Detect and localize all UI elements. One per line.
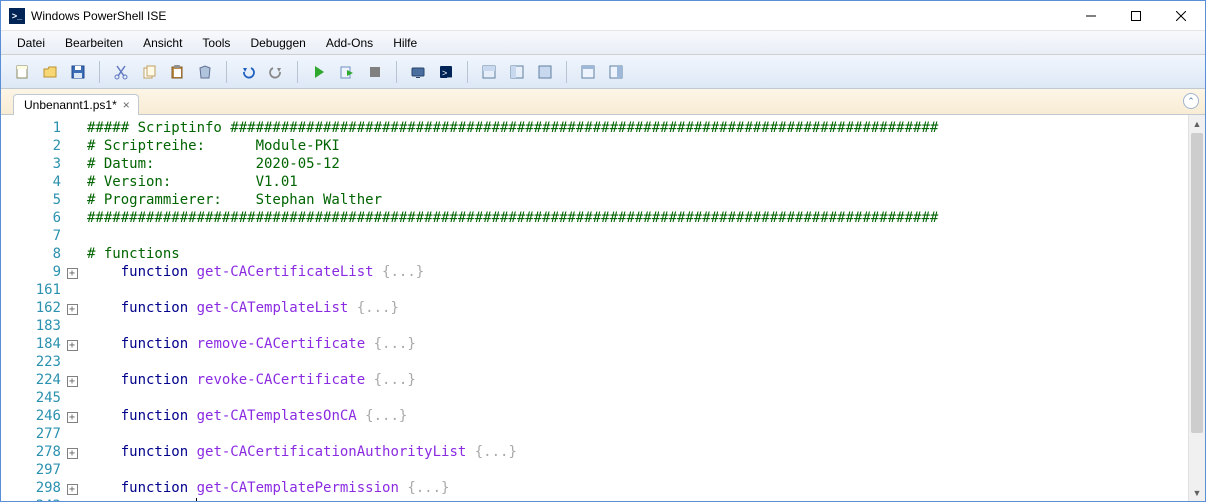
window-controls	[1068, 1, 1203, 30]
fold-expand-icon[interactable]: +	[67, 448, 78, 459]
scroll-down-button[interactable]: ▼	[1189, 484, 1205, 501]
powershell-button[interactable]: >_	[433, 59, 459, 85]
fold-expand-icon[interactable]: +	[67, 484, 78, 495]
code-line	[87, 353, 1188, 371]
menu-item[interactable]: Bearbeiten	[57, 33, 131, 53]
code-line: function get-CATemplateList {...}	[87, 299, 1188, 317]
app-icon: >_	[9, 8, 25, 24]
app-window: >_ Windows PowerShell ISE DateiBearbeite…	[0, 0, 1206, 502]
layout-side-button[interactable]	[504, 59, 530, 85]
copy-button[interactable]	[136, 59, 162, 85]
stop-button[interactable]	[362, 59, 388, 85]
menu-item[interactable]: Tools	[194, 33, 238, 53]
code-line: function get-CATemplatePermission {...}	[87, 479, 1188, 497]
fold-expand-icon[interactable]: +	[67, 340, 78, 351]
close-button[interactable]	[1158, 1, 1203, 30]
code-line	[87, 425, 1188, 443]
layout-full-button[interactable]	[532, 59, 558, 85]
menu-item[interactable]: Hilfe	[385, 33, 425, 53]
layout-script-top-button[interactable]	[476, 59, 502, 85]
text-cursor	[196, 498, 197, 501]
command-addon-button[interactable]	[575, 59, 601, 85]
command-addon-2-button[interactable]	[603, 59, 629, 85]
cut-button[interactable]	[108, 59, 134, 85]
vertical-scrollbar[interactable]: ▲ ▼	[1188, 115, 1205, 501]
code-line: ##### Scriptinfo #######################…	[87, 119, 1188, 137]
minimize-button[interactable]	[1068, 1, 1113, 30]
code-line: # Programmierer: Stephan Walther	[87, 191, 1188, 209]
code-line: function get-CATemplatesOnCA {...}	[87, 407, 1188, 425]
toolbar: >_	[1, 55, 1205, 89]
save-button[interactable]	[65, 59, 91, 85]
run-selection-button[interactable]	[334, 59, 360, 85]
code-line: # Scriptreihe: Module-PKI	[87, 137, 1188, 155]
tab-label: Unbenannt1.ps1*	[24, 98, 117, 112]
file-tab[interactable]: Unbenannt1.ps1* ×	[13, 94, 139, 115]
maximize-button[interactable]	[1113, 1, 1158, 30]
scrollbar-thumb[interactable]	[1191, 133, 1203, 433]
menu-item[interactable]: Debuggen	[242, 33, 313, 53]
line-number-gutter: 1234567891611621831842232242452462772782…	[1, 115, 63, 501]
fold-expand-icon[interactable]: +	[67, 268, 78, 279]
code-line: ########################################…	[87, 209, 1188, 227]
code-line: function get-CACertificationAuthorityLis…	[87, 443, 1188, 461]
code-area[interactable]: ##### Scriptinfo #######################…	[81, 115, 1188, 501]
code-line: # Datum: 2020-05-12	[87, 155, 1188, 173]
menu-bar: DateiBearbeitenAnsichtToolsDebuggenAdd-O…	[1, 31, 1205, 55]
code-line	[87, 281, 1188, 299]
tab-close-icon[interactable]: ×	[123, 98, 130, 112]
title-bar: >_ Windows PowerShell ISE	[1, 1, 1205, 31]
redo-button[interactable]	[263, 59, 289, 85]
code-line: function revoke-CACertificate {...}	[87, 371, 1188, 389]
run-script-button[interactable]	[306, 59, 332, 85]
fold-column: + + + + + + +	[63, 115, 81, 501]
code-line	[87, 227, 1188, 245]
code-line: # Version: V1.01	[87, 173, 1188, 191]
tab-bar: Unbenannt1.ps1* × ⌃	[1, 89, 1205, 115]
menu-item[interactable]: Ansicht	[135, 33, 190, 53]
menu-item[interactable]: Datei	[9, 33, 53, 53]
new-file-button[interactable]	[9, 59, 35, 85]
svg-text:>_: >_	[442, 68, 453, 78]
code-line: function get-CACertificateList {...}	[87, 263, 1188, 281]
menu-item[interactable]: Add-Ons	[318, 33, 381, 53]
fold-expand-icon[interactable]: +	[67, 412, 78, 423]
collapse-script-pane-button[interactable]: ⌃	[1183, 93, 1199, 109]
fold-expand-icon[interactable]: +	[67, 376, 78, 387]
open-file-button[interactable]	[37, 59, 63, 85]
undo-button[interactable]	[235, 59, 261, 85]
code-line	[87, 461, 1188, 479]
remote-button[interactable]	[405, 59, 431, 85]
paste-button[interactable]	[164, 59, 190, 85]
code-line	[87, 317, 1188, 335]
code-line	[87, 389, 1188, 407]
fold-expand-icon[interactable]: +	[67, 304, 78, 315]
code-line	[87, 497, 1188, 501]
clear-button[interactable]	[192, 59, 218, 85]
window-title: Windows PowerShell ISE	[31, 9, 1068, 23]
code-line: # functions	[87, 245, 1188, 263]
scroll-up-button[interactable]: ▲	[1189, 115, 1205, 132]
code-editor[interactable]: 1234567891611621831842232242452462772782…	[1, 115, 1205, 501]
code-line: function remove-CACertificate {...}	[87, 335, 1188, 353]
